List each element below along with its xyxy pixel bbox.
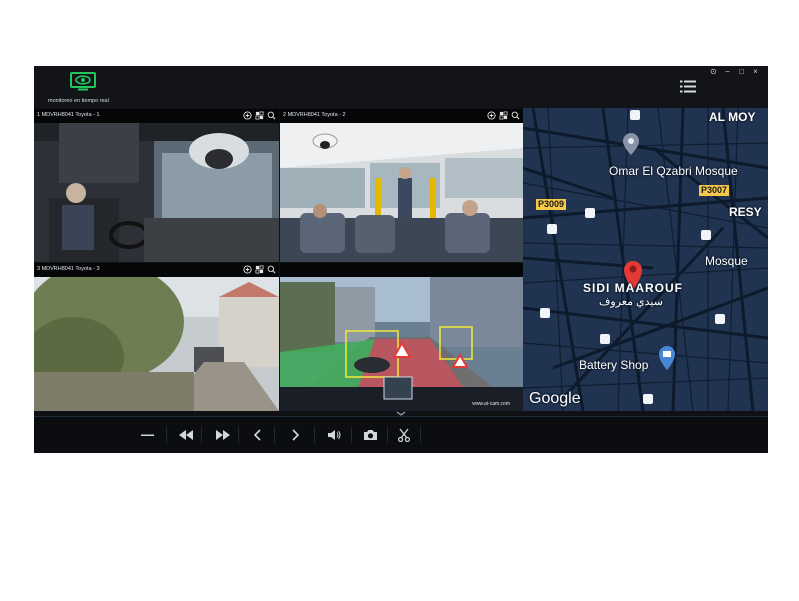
separator xyxy=(201,427,202,443)
snapshot-button[interactable] xyxy=(361,427,379,443)
playback-controls: ▬▬▬ xyxy=(34,416,768,453)
map-label-district: SIDI MAAROUF xyxy=(583,281,683,295)
map-label-mosque2: Mosque xyxy=(705,254,748,268)
road-sign-p3009: P3009 xyxy=(536,199,567,210)
add-circle-icon[interactable] xyxy=(243,265,252,274)
grid-icon[interactable] xyxy=(499,111,508,120)
video-feed xyxy=(34,123,279,262)
camera-tile-3[interactable]: 3 MDVRH8041 Toyota - 3 xyxy=(34,263,279,411)
maximize-button[interactable]: □ xyxy=(737,68,746,76)
camera-icon xyxy=(363,430,377,440)
svg-text:www.ai-cam.com: www.ai-cam.com xyxy=(472,401,510,407)
app-title: monitoreo en tiempo real xyxy=(48,98,109,104)
tile-header xyxy=(280,263,523,277)
tile-header: 3 MDVRH8041 Toyota - 3 xyxy=(34,263,279,277)
tile-toolbar xyxy=(243,111,276,120)
volume-button[interactable] xyxy=(326,427,342,443)
add-circle-icon[interactable] xyxy=(243,111,252,120)
scissors-icon xyxy=(398,428,410,442)
search-icon[interactable] xyxy=(267,265,276,274)
video-feed xyxy=(280,123,523,262)
camera-tile-1[interactable]: 1 MDVRH8041 Toyota - 1 xyxy=(34,109,279,262)
road-sign-p3007: P3007 xyxy=(699,185,730,196)
map-label-district-ar: سيدي معروف xyxy=(599,296,663,308)
camera-label: 3 MDVRH8041 Toyota - 3 xyxy=(37,266,100,272)
video-feed: www.ai-cam.com xyxy=(280,277,523,411)
previous-icon xyxy=(253,429,261,441)
close-button[interactable]: × xyxy=(751,68,760,76)
monitor-eye-icon[interactable] xyxy=(70,72,96,92)
speed-button[interactable]: ▬▬▬ xyxy=(136,427,158,443)
tile-header: 1 MDVRH8041 Toyota - 1 xyxy=(34,109,279,123)
map-label-shop: Battery Shop xyxy=(579,358,649,372)
map-label-mosque1: Omar El Qzabri Mosque xyxy=(609,164,738,178)
separator xyxy=(314,427,315,443)
camera-tile-4[interactable]: www.ai-cam.com xyxy=(280,263,523,411)
minimize-button[interactable]: − xyxy=(723,68,732,76)
separator xyxy=(387,427,388,443)
tile-toolbar xyxy=(243,265,276,274)
separator xyxy=(238,427,239,443)
rewind-button[interactable] xyxy=(177,427,195,443)
rewind-icon xyxy=(179,430,193,440)
volume-icon xyxy=(327,430,340,440)
window-controls: ⊙ − □ × xyxy=(709,68,760,76)
clip-button[interactable] xyxy=(396,427,412,443)
google-logo: Google xyxy=(529,390,581,407)
settings-icon[interactable]: ⊙ xyxy=(709,68,718,76)
map-panel[interactable]: AL MOY Omar El Qzabri Mosque P3009 P3007… xyxy=(523,108,768,411)
fast-forward-icon xyxy=(216,430,230,440)
separator xyxy=(274,427,275,443)
previous-button[interactable] xyxy=(250,427,264,443)
list-menu-icon[interactable] xyxy=(680,80,696,93)
tile-toolbar xyxy=(487,111,520,120)
grid-icon[interactable] xyxy=(255,265,264,274)
separator xyxy=(351,427,352,443)
video-feed xyxy=(34,277,279,411)
grid-icon[interactable] xyxy=(255,111,264,120)
camera-label: 2 MDVRH8041 Toyota - 2 xyxy=(283,112,346,118)
map-label-resy: RESY xyxy=(729,205,762,219)
add-circle-icon[interactable] xyxy=(487,111,496,120)
separator xyxy=(166,427,167,443)
fast-forward-button[interactable] xyxy=(214,427,232,443)
search-icon[interactable] xyxy=(267,111,276,120)
separator xyxy=(420,427,421,443)
next-button[interactable] xyxy=(289,427,303,443)
app-window: monitoreo en tiempo real ⊙ − □ × 1 MDVRH… xyxy=(34,66,768,453)
camera-label: 1 MDVRH8041 Toyota - 1 xyxy=(37,112,100,118)
map-label-top: AL MOY xyxy=(709,110,756,124)
next-icon xyxy=(292,429,300,441)
top-bar: monitoreo en tiempo real ⊙ − □ × xyxy=(34,66,768,108)
search-icon[interactable] xyxy=(511,111,520,120)
camera-tile-2[interactable]: 2 MDVRH8041 Toyota - 2 xyxy=(280,109,523,262)
tile-header: 2 MDVRH8041 Toyota - 2 xyxy=(280,109,523,123)
speed-label: ▬▬▬ xyxy=(141,432,154,438)
